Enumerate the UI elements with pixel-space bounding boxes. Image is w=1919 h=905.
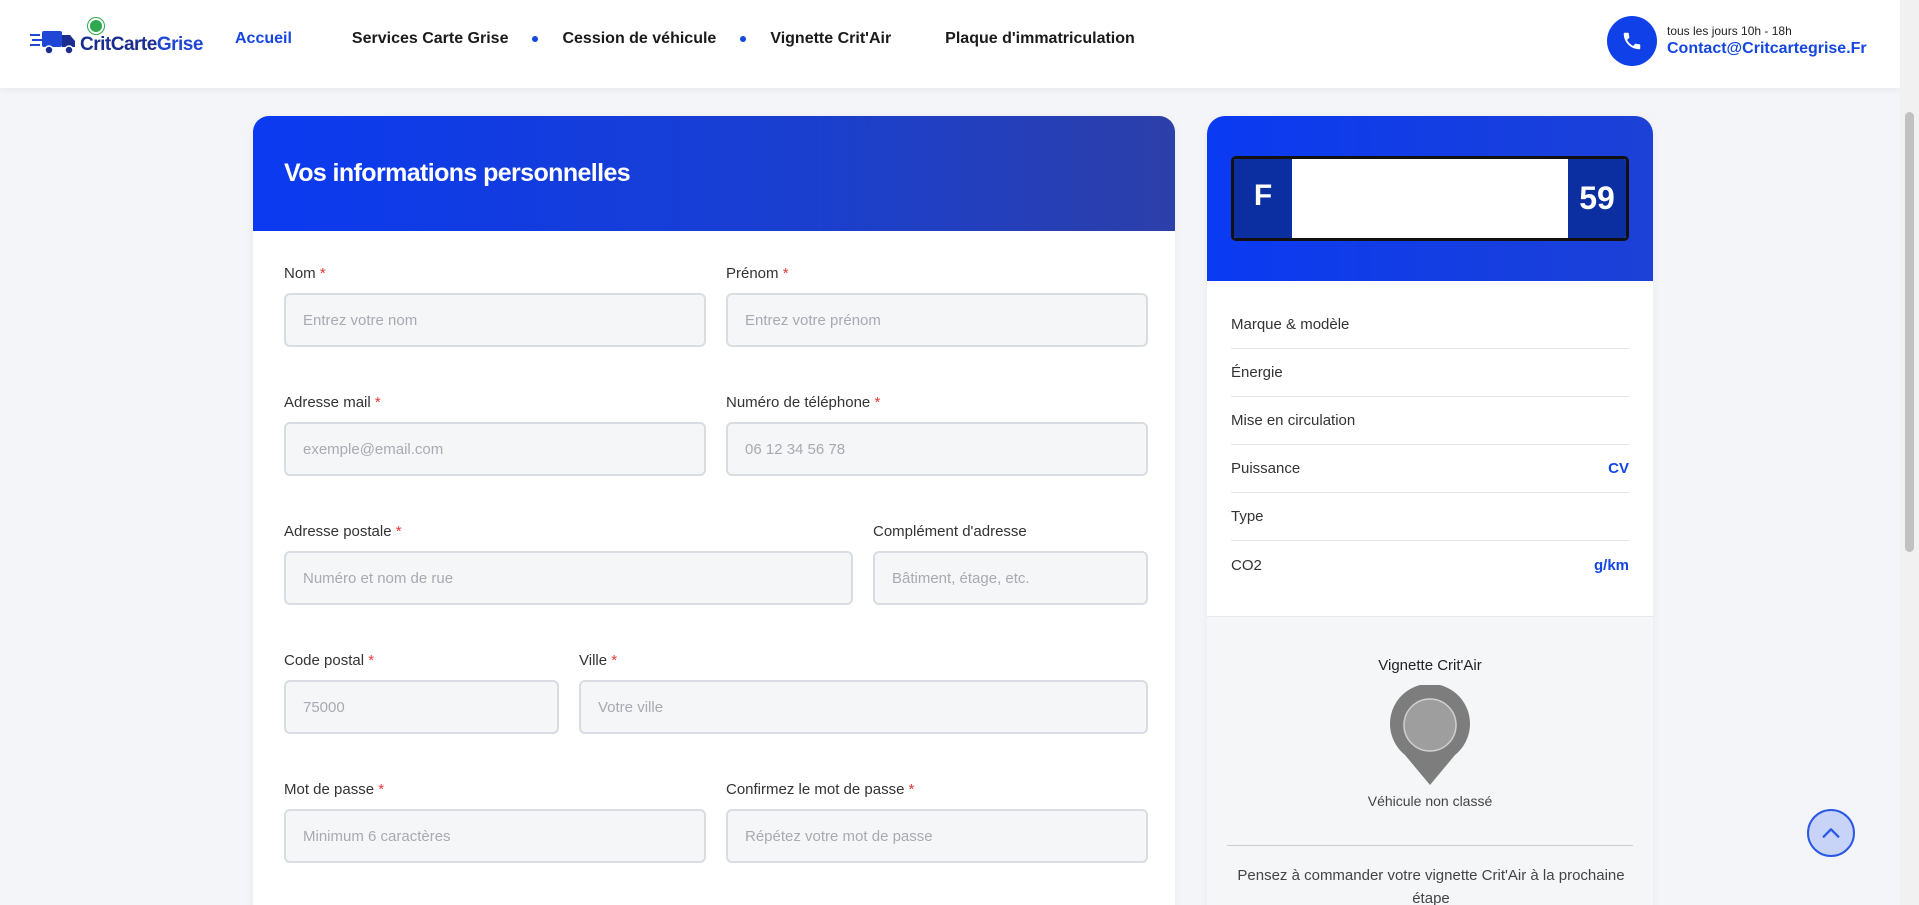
confirmation-input[interactable] [726, 809, 1148, 863]
mot-de-passe-label: Mot de passe * [284, 781, 385, 798]
contact-block: tous les jours 10h - 18h Contact@Critcar… [1607, 16, 1867, 66]
nav-plaque-immatriculation[interactable]: Plaque d'immatriculation [945, 30, 1135, 48]
plate-department: 59 [1568, 159, 1626, 238]
spec-label: Puissance [1231, 460, 1301, 477]
email-label: Adresse mail * [284, 394, 381, 411]
site-header: CritCarteGrise Accueil Services Carte Gr… [0, 0, 1900, 88]
critair-title: Vignette Crit'Air [1378, 657, 1482, 674]
nom-label: Nom * [284, 265, 326, 282]
scrollbar-thumb[interactable] [1905, 112, 1914, 552]
prenom-group: Prénom * [726, 265, 1148, 347]
confirmation-label: Confirmez le mot de passe * [726, 781, 915, 798]
spec-label: Type [1231, 508, 1264, 525]
spec-value: CV [1608, 460, 1629, 477]
code-postal-input[interactable] [284, 680, 559, 734]
nav-cession-vehicule[interactable]: Cession de véhicule [562, 30, 716, 48]
spec-label: CO2 [1231, 556, 1262, 574]
ville-input[interactable] [579, 680, 1148, 734]
nav-vignette-critair[interactable]: Vignette Crit'Air [770, 30, 891, 48]
vehicle-summary-header: F 59 [1207, 116, 1653, 281]
spec-row: Puissance CV [1231, 445, 1629, 493]
nom-input[interactable] [284, 293, 706, 347]
mot-de-passe-input[interactable] [284, 809, 706, 863]
personal-info-title: Vos informations personnelles [284, 159, 631, 187]
spec-label: Mise en circulation [1231, 412, 1356, 429]
spec-row: CO2 g/km [1231, 541, 1629, 589]
spec-row: Type [1231, 493, 1629, 541]
code-postal-label: Code postal * [284, 652, 375, 669]
email-group: Adresse mail * [284, 394, 706, 476]
adresse-group: Adresse postale * [284, 523, 853, 605]
critair-status: Véhicule non classé [1367, 793, 1493, 809]
adresse-input[interactable] [284, 551, 853, 605]
spec-row: Énergie [1231, 349, 1629, 397]
personal-info-card: Vos informations personnelles Nom * Prén… [253, 116, 1175, 905]
logo-pin-icon [88, 18, 104, 34]
code-postal-group: Code postal * [284, 652, 559, 734]
back-to-top-button[interactable] [1807, 809, 1855, 857]
prenom-label: Prénom * [726, 265, 789, 282]
truck-icon [30, 25, 78, 55]
confirmation-group: Confirmez le mot de passe * [726, 781, 1148, 863]
chevron-up-icon [1822, 828, 1840, 838]
logo-text: CritCarteGrise [80, 34, 203, 55]
critair-note: Pensez à commander votre vignette Crit'A… [1237, 867, 1625, 905]
critair-divider [1227, 845, 1633, 846]
nav-accueil[interactable]: Accueil [235, 30, 292, 48]
vehicle-specs: Marque & modèle Énergie Mise en circulat… [1207, 281, 1653, 589]
mot-de-passe-group: Mot de passe * [284, 781, 706, 863]
site-logo[interactable]: CritCarteGrise [30, 18, 203, 62]
telephone-label: Numéro de téléphone * [726, 394, 881, 411]
nav-separator [532, 36, 539, 42]
main-nav: Accueil Services Carte Grise Cession de … [235, 30, 1135, 48]
nav-separator [740, 36, 747, 42]
spec-value: g/km [1593, 556, 1629, 574]
contact-email-link[interactable]: Contact@Critcartegrise.Fr [1667, 40, 1867, 58]
nav-services-carte-grise[interactable]: Services Carte Grise [352, 30, 509, 48]
complement-input[interactable] [873, 551, 1148, 605]
spec-label: Marque & modèle [1231, 316, 1350, 333]
complement-group: Complément d'adresse [873, 523, 1148, 605]
telephone-input[interactable] [726, 422, 1148, 476]
page-scrollbar[interactable] [1900, 0, 1919, 905]
critair-section: Vignette Crit'Air Véhicule non classé Pe… [1207, 616, 1653, 905]
vehicle-summary-card: F 59 Marque & modèle Énergie Mise en cir… [1207, 116, 1653, 905]
ville-label: Ville * [579, 652, 618, 669]
plate-country: F [1234, 159, 1292, 238]
spec-row: Mise en circulation [1231, 397, 1629, 445]
adresse-label: Adresse postale * [284, 523, 402, 540]
complement-label: Complément d'adresse [873, 523, 1027, 540]
plate-number [1292, 159, 1568, 238]
map-pin-icon [1387, 683, 1473, 790]
prenom-input[interactable] [726, 293, 1148, 347]
license-plate: F 59 [1231, 156, 1629, 241]
email-input[interactable] [284, 422, 706, 476]
spec-row: Marque & modèle [1231, 301, 1629, 349]
personal-info-header: Vos informations personnelles [253, 116, 1175, 231]
ville-group: Ville * [579, 652, 1148, 734]
telephone-group: Numéro de téléphone * [726, 394, 1148, 476]
nom-group: Nom * [284, 265, 706, 347]
contact-hours: tous les jours 10h - 18h [1667, 24, 1792, 38]
phone-icon[interactable] [1607, 16, 1657, 66]
spec-label: Énergie [1231, 364, 1283, 381]
